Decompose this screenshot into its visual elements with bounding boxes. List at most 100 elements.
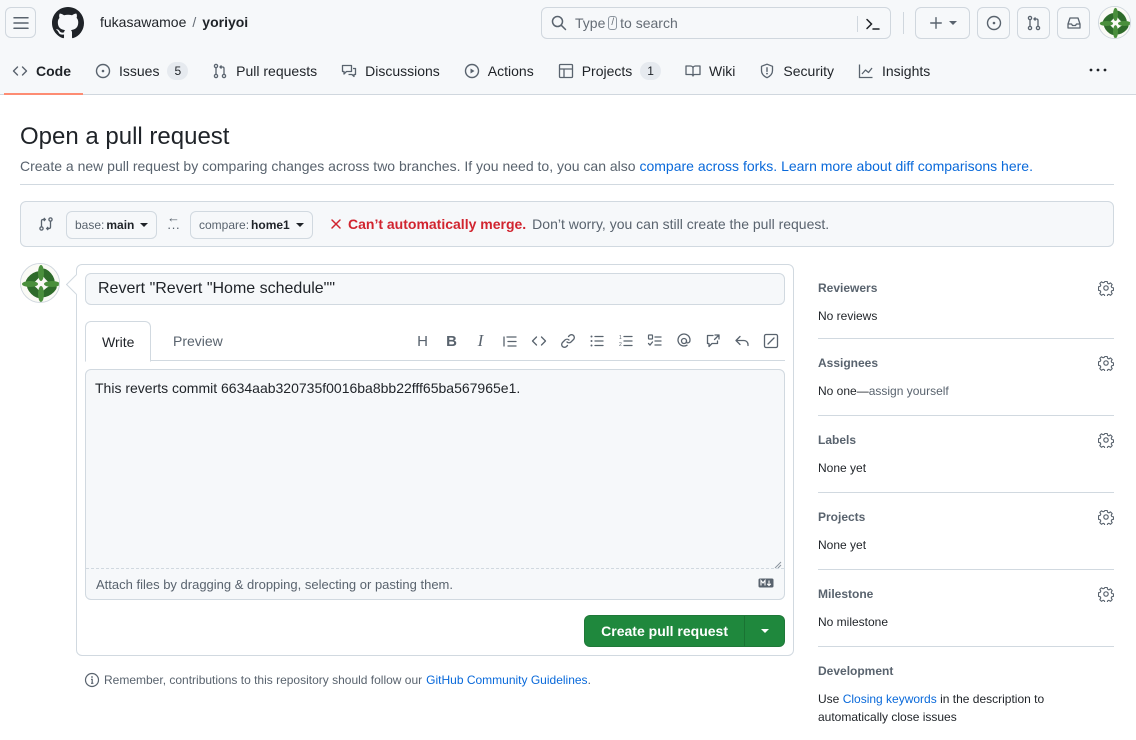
kebab-horizontal-icon [1089,68,1107,72]
app-header: fukasawamoe / yoriyoi Type / to search C… [0,0,1136,95]
gear-icon[interactable] [1098,586,1114,602]
inbox-button[interactable] [1057,7,1090,39]
sidebar-assignees: Assignees No one—assign yourself [818,339,1114,416]
tab-label: Wiki [708,63,736,79]
cross-reference-icon[interactable] [698,331,727,351]
file-attachment-area[interactable]: Attach files by dragging & dropping, sel… [86,568,784,599]
pr-body-text[interactable]: This reverts commit 6634aab320735f0016ba… [95,380,520,396]
gear-icon[interactable] [1098,280,1114,296]
search-divider [857,16,858,32]
compare-branch-name: home1 [251,218,290,232]
code-icon[interactable] [524,331,553,351]
create-options-dropdown[interactable] [744,616,784,646]
sidebar-value: Use Closing keywords in the description … [818,690,1078,726]
markdown-icon[interactable] [758,578,774,588]
closing-keywords-link[interactable]: Closing keywords [843,692,937,706]
sidebar-value: No milestone [818,615,889,629]
sidebar-value: No reviews [818,309,878,323]
pull-request-composer: Write Preview H B I 12 This reverts comm… [76,264,794,656]
sidebar-value: None yet [818,538,867,552]
sidebar-heading[interactable]: Projects [818,510,865,524]
pr-body-textarea[interactable]: This reverts commit 6634aab320735f0016ba… [85,369,785,600]
issues-button[interactable] [977,7,1010,39]
user-avatar-menu[interactable] [1098,6,1131,39]
tab-label: Security [783,63,834,79]
base-prefix: base: [75,218,105,232]
tab-code[interactable]: Code [0,52,83,95]
sidebar-heading[interactable]: Milestone [818,587,873,601]
create-new-button[interactable] [915,7,970,39]
sidebar-heading[interactable]: Reviewers [818,281,877,295]
assign-yourself-link[interactable]: assign yourself [869,384,949,398]
base-branch-select[interactable]: base: main [66,211,158,239]
tab-discussions[interactable]: Discussions [329,52,452,90]
breadcrumb-separator: / [192,14,197,30]
tab-wiki[interactable]: Wiki [673,52,747,90]
tab-projects[interactable]: Projects 1 [546,52,673,90]
pull-requests-button[interactable] [1017,7,1050,39]
create-pull-request-button[interactable]: Create pull request [584,615,785,647]
menu-button[interactable] [5,7,36,38]
community-guidelines-note: Remember, contributions to this reposito… [84,672,591,688]
task-list-icon[interactable] [640,331,669,351]
gear-icon[interactable] [1098,355,1114,371]
gear-icon[interactable] [1098,432,1114,448]
tab-label: Insights [882,63,931,79]
compare-branch-select[interactable]: compare: home1 [190,211,313,239]
create-pull-request-label[interactable]: Create pull request [585,623,744,639]
author-avatar[interactable] [20,263,60,303]
tab-security[interactable]: Security [747,52,846,90]
tab-pull-requests[interactable]: Pull requests [200,52,329,90]
italic-icon[interactable]: I [466,331,495,351]
merge-status: Can’t automatically merge. Don’t worry, … [330,216,829,232]
code-icon [12,66,28,76]
sidebar-value: No one—assign yourself [818,382,949,400]
unordered-list-icon[interactable] [582,331,611,351]
learn-diff-link[interactable]: Learn more about diff comparisons here. [781,158,1033,174]
repo-owner-link[interactable]: fukasawamoe [100,14,186,30]
development-prefix: Use [818,692,840,706]
projects-count-badge: 1 [640,62,661,80]
community-guidelines-link[interactable]: GitHub Community Guidelines [426,673,587,687]
sidebar-milestone: Milestone No milestone [818,570,1114,647]
chevron-down-icon [760,629,769,633]
search-input[interactable]: Type / to search [541,7,891,39]
tab-label: Discussions [365,63,440,79]
base-branch-name: main [106,218,135,232]
git-compare-icon [38,216,54,232]
x-icon [331,219,341,229]
assignees-none: No one— [818,384,869,398]
fullscreen-icon[interactable] [756,331,785,351]
command-palette-icon[interactable] [865,16,881,32]
table-icon [558,63,573,79]
git-pull-request-icon [1027,15,1040,31]
sidebar-value: None yet [818,461,867,475]
tab-actions[interactable]: Actions [452,52,546,90]
sidebar-heading[interactable]: Labels [818,433,856,447]
tab-label: Actions [487,63,534,79]
link-icon[interactable] [553,331,582,351]
tab-issues[interactable]: Issues 5 [83,52,200,90]
quote-icon[interactable] [495,331,524,351]
bold-icon[interactable]: B [437,331,466,351]
guidelines-text: Remember, contributions to this reposito… [104,673,423,687]
attach-hint: Attach files by dragging & dropping, sel… [96,576,453,592]
chevron-down-icon [140,223,149,227]
sidebar-projects: Projects None yet [818,493,1114,570]
play-icon [464,63,479,79]
gear-icon[interactable] [1098,509,1114,525]
avatar-image [1099,7,1130,38]
repo-name-link[interactable]: yoriyoi [202,14,248,30]
more-tabs-button[interactable] [1088,62,1108,78]
compare-forks-link[interactable]: compare across forks. [639,158,777,174]
heading-icon[interactable]: H [408,331,437,351]
github-logo-icon[interactable] [52,7,84,39]
mention-icon[interactable] [669,331,698,351]
pr-title-input[interactable] [85,273,785,305]
ordered-list-icon[interactable]: 12 [611,331,640,351]
tab-insights[interactable]: Insights [846,52,942,90]
reply-icon[interactable] [727,331,756,351]
tab-preview[interactable]: Preview [157,321,239,361]
sidebar-heading[interactable]: Assignees [818,356,878,370]
tab-write[interactable]: Write [85,321,152,362]
